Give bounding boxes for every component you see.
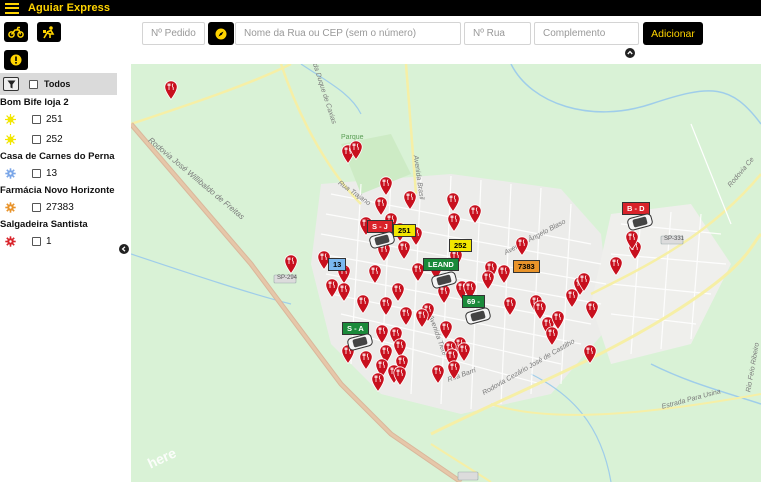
group-title: Farmácia Novo Horizonte bbox=[0, 185, 115, 196]
store-label[interactable]: 13 bbox=[328, 258, 347, 271]
delivery-pin-icon[interactable] bbox=[481, 270, 495, 290]
delivery-pin-icon[interactable] bbox=[585, 300, 599, 320]
delivery-pin-icon[interactable] bbox=[349, 140, 363, 160]
app-header: Aguiar Express bbox=[0, 0, 761, 16]
collapse-sidebar-button[interactable] bbox=[119, 244, 129, 254]
group-item: 251 bbox=[0, 112, 63, 126]
group-item: 252 bbox=[0, 132, 63, 146]
order-number-input[interactable]: Nº Pedido bbox=[142, 22, 205, 45]
delivery-pin-icon[interactable] bbox=[625, 230, 639, 250]
delivery-pin-icon[interactable] bbox=[397, 240, 411, 260]
gear-icon bbox=[4, 167, 16, 179]
gear-icon bbox=[4, 235, 16, 247]
road-number: SP-294 bbox=[277, 275, 298, 281]
select-all-label: Todos bbox=[44, 79, 71, 89]
delivery-pin-icon[interactable] bbox=[356, 294, 370, 314]
item-checkbox[interactable] bbox=[32, 202, 41, 212]
delivery-pin-icon[interactable] bbox=[399, 306, 413, 326]
store-label[interactable]: 7383 bbox=[513, 260, 540, 273]
delivery-pin-icon[interactable] bbox=[609, 256, 623, 276]
sun-icon bbox=[4, 113, 16, 125]
motorcycle-icon bbox=[8, 26, 24, 38]
item-label: 252 bbox=[46, 133, 63, 145]
delivery-pin-icon[interactable] bbox=[447, 212, 461, 232]
item-checkbox[interactable] bbox=[32, 236, 41, 246]
delivery-pin-icon[interactable] bbox=[359, 350, 373, 370]
delivery-pin-icon[interactable] bbox=[375, 324, 389, 344]
delivery-pin-icon[interactable] bbox=[447, 360, 461, 380]
collapse-form-button[interactable] bbox=[625, 48, 635, 58]
exclamation-icon bbox=[10, 54, 22, 66]
app-title: Aguiar Express bbox=[28, 2, 111, 14]
delivery-pin-icon[interactable] bbox=[284, 254, 298, 274]
street-input[interactable]: Nome da Rua ou CEP (sem o número) bbox=[235, 22, 461, 45]
item-checkbox[interactable] bbox=[32, 134, 41, 144]
delivery-pin-icon[interactable] bbox=[468, 204, 482, 224]
delivery-pin-icon[interactable] bbox=[379, 296, 393, 316]
delivery-pin-icon[interactable] bbox=[379, 176, 393, 196]
chevron-left-icon bbox=[121, 246, 126, 252]
group-item: 27383 bbox=[0, 200, 74, 214]
delivery-pin-icon[interactable] bbox=[503, 296, 517, 316]
road-number: SP-331 bbox=[664, 236, 685, 242]
delivery-pin-icon[interactable] bbox=[577, 272, 591, 292]
delivery-pin-icon[interactable] bbox=[497, 264, 511, 284]
delivery-button[interactable] bbox=[37, 22, 61, 42]
delivery-pin-icon[interactable] bbox=[403, 190, 417, 210]
group-title: Casa de Carnes do Perna bbox=[0, 151, 115, 162]
delivery-pin-icon[interactable] bbox=[391, 282, 405, 302]
item-label: 13 bbox=[46, 167, 58, 179]
sidebar: Todos Bom Bife loja 2 251 252 Casa de Ca… bbox=[0, 16, 131, 482]
item-checkbox[interactable] bbox=[32, 168, 41, 178]
delivery-pin-icon[interactable] bbox=[439, 320, 453, 340]
group-title: Bom Bife loja 2 bbox=[0, 97, 69, 108]
add-button[interactable]: Adicionar bbox=[643, 22, 703, 45]
delivery-pin-icon[interactable] bbox=[583, 344, 597, 364]
delivery-pin-icon[interactable] bbox=[368, 264, 382, 284]
locate-button[interactable] bbox=[208, 22, 234, 45]
group-title: Salgadeira Santista bbox=[0, 219, 88, 230]
gear-icon bbox=[4, 201, 16, 213]
item-label: 27383 bbox=[46, 201, 74, 213]
delivery-pin-icon[interactable] bbox=[515, 236, 529, 256]
order-form: Nº Pedido Nome da Rua ou CEP (sem o núme… bbox=[131, 16, 761, 64]
delivery-pin-icon[interactable] bbox=[393, 366, 407, 386]
filter-button[interactable] bbox=[3, 77, 19, 91]
motorcycle-button[interactable] bbox=[4, 22, 28, 42]
delivery-pin-icon[interactable] bbox=[371, 372, 385, 392]
delivery-pin-icon[interactable] bbox=[457, 342, 471, 362]
delivery-pin-icon[interactable] bbox=[431, 364, 445, 384]
filter-bar: Todos bbox=[0, 73, 117, 95]
item-label: 251 bbox=[46, 113, 63, 125]
delivery-pin-icon[interactable] bbox=[337, 282, 351, 302]
delivery-pin-icon[interactable] bbox=[565, 288, 579, 308]
item-checkbox[interactable] bbox=[32, 114, 41, 124]
group-item: 13 bbox=[0, 166, 57, 180]
select-all-checkbox[interactable] bbox=[29, 79, 38, 89]
delivery-pin-icon[interactable] bbox=[164, 80, 178, 100]
menu-icon[interactable] bbox=[5, 2, 19, 14]
alert-button[interactable] bbox=[4, 50, 28, 70]
delivery-person-icon bbox=[43, 25, 55, 38]
store-label[interactable]: 251 bbox=[393, 224, 416, 237]
delivery-pin-icon[interactable] bbox=[446, 192, 460, 212]
funnel-icon bbox=[7, 80, 15, 88]
delivery-pin-icon[interactable] bbox=[545, 326, 559, 346]
group-item: 1 bbox=[0, 234, 52, 248]
compass-icon bbox=[215, 28, 227, 39]
item-label: 1 bbox=[46, 235, 52, 247]
delivery-pin-icon[interactable] bbox=[415, 308, 429, 328]
sun-icon bbox=[4, 133, 16, 145]
chevron-up-icon bbox=[627, 50, 633, 55]
store-label[interactable]: 252 bbox=[449, 239, 472, 252]
street-number-input[interactable]: Nº Rua bbox=[464, 22, 531, 45]
complement-input[interactable]: Complemento bbox=[534, 22, 639, 45]
map[interactable]: Avenida Duque de Caxias Rodovia José Wil… bbox=[131, 64, 761, 482]
